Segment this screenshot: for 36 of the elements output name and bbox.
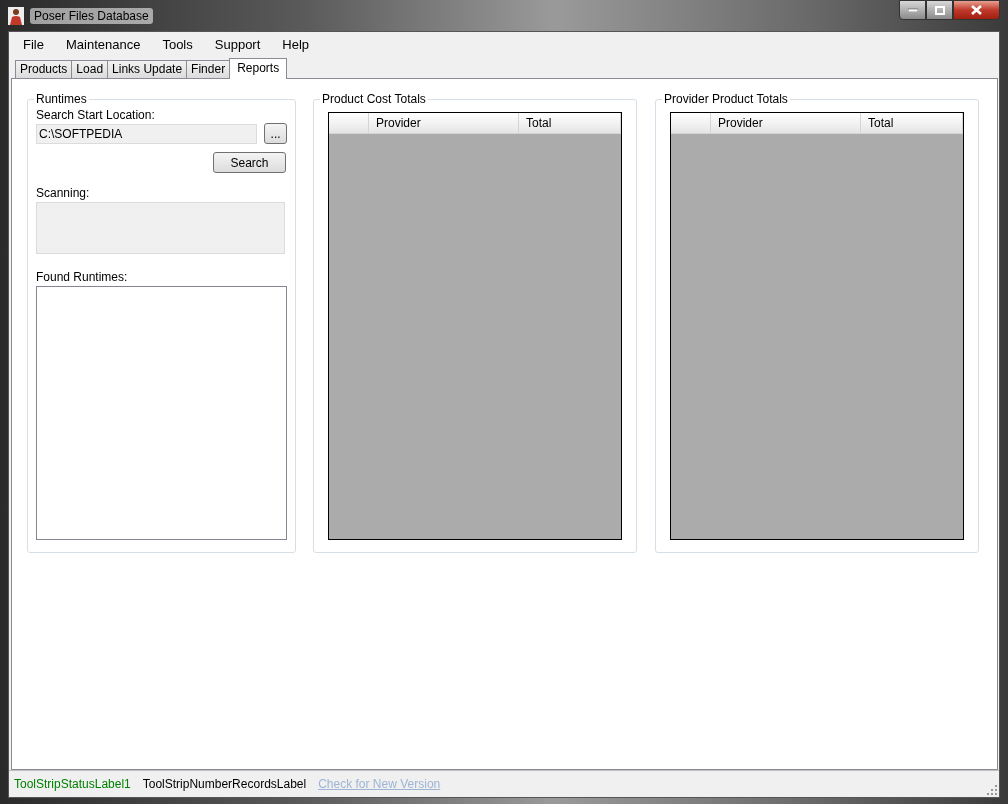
- menu-item[interactable]: Tools: [154, 36, 201, 52]
- field-label: Found Runtimes:: [36, 270, 129, 284]
- tab[interactable]: Load: [71, 60, 109, 78]
- maximize-button[interactable]: [926, 0, 953, 20]
- minimize-icon: [907, 8, 918, 12]
- column-header[interactable]: Provider: [369, 113, 519, 133]
- menu-item[interactable]: Support: [206, 36, 269, 52]
- tab[interactable]: Finder: [186, 60, 231, 78]
- location-field[interactable]: C:\SOFTPEDIA: [36, 123, 258, 144]
- group-title: Product Cost Totals: [320, 92, 428, 106]
- window-title: Poser Files Database: [30, 7, 153, 24]
- cost-totals-grid[interactable]: Provider Total: [328, 112, 622, 540]
- browse-button[interactable]: ...: [264, 123, 287, 144]
- menu-item[interactable]: File: [15, 36, 52, 52]
- status-label: ToolStripStatusLabel1: [14, 777, 131, 791]
- group-title: Provider Product Totals: [662, 92, 790, 106]
- search-button[interactable]: Search: [213, 152, 286, 173]
- field-label: Scanning:: [36, 186, 91, 200]
- menu-item[interactable]: Help: [274, 36, 318, 52]
- close-button[interactable]: [953, 0, 1000, 20]
- tab[interactable]: Links Update: [107, 60, 188, 78]
- minimize-button[interactable]: [899, 0, 926, 20]
- group-title: Runtimes: [34, 92, 89, 106]
- field-label: Search Start Location:: [36, 108, 156, 122]
- tab[interactable]: Products: [15, 60, 73, 78]
- menu-item[interactable]: Maintenance: [57, 36, 149, 52]
- column-header[interactable]: Provider: [711, 113, 861, 133]
- tab[interactable]: Reports: [229, 58, 288, 79]
- resize-grip-icon[interactable]: [987, 785, 997, 795]
- provider-totals-grid[interactable]: Provider Total: [670, 112, 964, 540]
- app-icon: [8, 6, 24, 25]
- column-header[interactable]: Total: [861, 113, 963, 133]
- maximize-icon: [934, 5, 945, 15]
- close-icon: [971, 5, 982, 15]
- status-label: ToolStripNumberRecordsLabel: [142, 777, 307, 791]
- column-header[interactable]: Total: [519, 113, 621, 133]
